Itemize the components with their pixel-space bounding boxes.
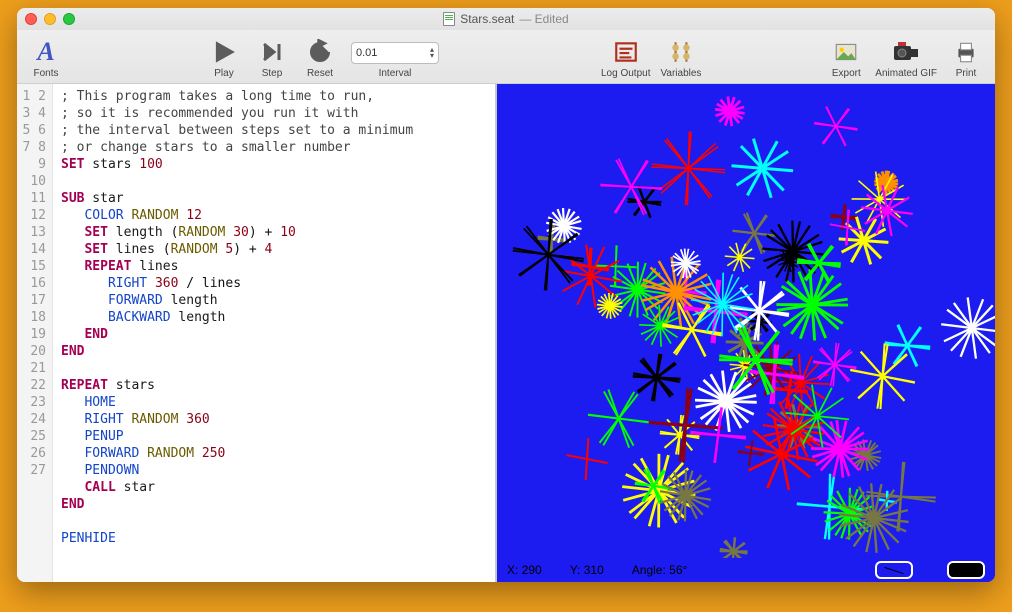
reset-icon	[304, 36, 336, 68]
status-angle-value: 56°	[669, 563, 687, 577]
stepper-arrows[interactable]: ▴ ▾	[430, 47, 434, 59]
print-label: Print	[956, 68, 977, 79]
zoom-icon[interactable]	[63, 13, 75, 25]
interval-label: Interval	[379, 68, 412, 79]
fonts-icon: A	[30, 36, 62, 68]
export-icon	[830, 36, 862, 68]
titlebar[interactable]: Stars.seat — Edited	[17, 8, 995, 30]
app-window: Stars.seat — Edited A Fonts Play Step	[17, 8, 995, 582]
step-label: Step	[262, 68, 283, 79]
window-title: Stars.seat — Edited	[17, 8, 995, 30]
interval-value-box[interactable]: 0.01 ▴ ▾	[351, 42, 439, 64]
export-button[interactable]: Export	[827, 34, 865, 81]
drawing-surface	[497, 84, 995, 580]
play-label: Play	[214, 68, 233, 79]
filename: Stars.seat	[460, 12, 514, 26]
animated-gif-label: Animated GIF	[875, 68, 937, 79]
content-split: 1 2 3 4 5 6 7 8 9 10 11 12 13 14 15 16 1…	[17, 84, 995, 582]
status-x-value: 290	[522, 563, 542, 577]
canvas-status-bar: X: 290 Y: 310 Angle: 56°	[497, 558, 995, 582]
status-y: Y: 310	[570, 563, 604, 577]
window-controls	[25, 13, 75, 25]
variables-label: Variables	[660, 68, 701, 79]
minimize-icon[interactable]	[44, 13, 56, 25]
variables-button[interactable]: Variables	[660, 34, 701, 81]
pen-color-swatch[interactable]	[875, 561, 913, 579]
log-output-icon	[610, 36, 642, 68]
camera-icon	[890, 36, 922, 68]
interval-stepper[interactable]: 0.01 ▴ ▾ Interval	[349, 34, 441, 81]
chevron-down-icon: ▾	[430, 53, 434, 59]
status-y-value: 310	[584, 563, 604, 577]
animated-gif-button[interactable]: Animated GIF	[875, 34, 937, 81]
reset-label: Reset	[307, 68, 333, 79]
document-icon	[443, 12, 455, 26]
status-y-label: Y:	[570, 563, 581, 577]
export-label: Export	[832, 68, 861, 79]
fonts-button[interactable]: A Fonts	[27, 34, 65, 81]
toolbar: A Fonts Play Step Reset 0.01	[17, 30, 995, 84]
variables-icon	[665, 36, 697, 68]
status-x: X: 290	[507, 563, 542, 577]
log-output-label: Log Output	[601, 68, 650, 79]
print-button[interactable]: Print	[947, 34, 985, 81]
bg-color-swatch[interactable]	[947, 561, 985, 579]
step-icon	[256, 36, 288, 68]
edited-indicator: — Edited	[519, 12, 568, 26]
code-editor[interactable]: 1 2 3 4 5 6 7 8 9 10 11 12 13 14 15 16 1…	[17, 84, 495, 582]
play-icon	[208, 36, 240, 68]
close-icon[interactable]	[25, 13, 37, 25]
line-number-gutter: 1 2 3 4 5 6 7 8 9 10 11 12 13 14 15 16 1…	[17, 84, 53, 582]
interval-value: 0.01	[356, 47, 377, 59]
step-button[interactable]: Step	[253, 34, 291, 81]
status-angle-label: Angle:	[632, 563, 666, 577]
print-icon	[950, 36, 982, 68]
play-button[interactable]: Play	[205, 34, 243, 81]
log-output-button[interactable]: Log Output	[601, 34, 650, 81]
turtle-canvas[interactable]: X: 290 Y: 310 Angle: 56°	[495, 84, 995, 582]
status-x-label: X:	[507, 563, 518, 577]
reset-button[interactable]: Reset	[301, 34, 339, 81]
fonts-label: Fonts	[33, 68, 58, 79]
status-angle: Angle: 56°	[632, 563, 688, 577]
code-text[interactable]: ; This program takes a long time to run,…	[53, 84, 495, 582]
